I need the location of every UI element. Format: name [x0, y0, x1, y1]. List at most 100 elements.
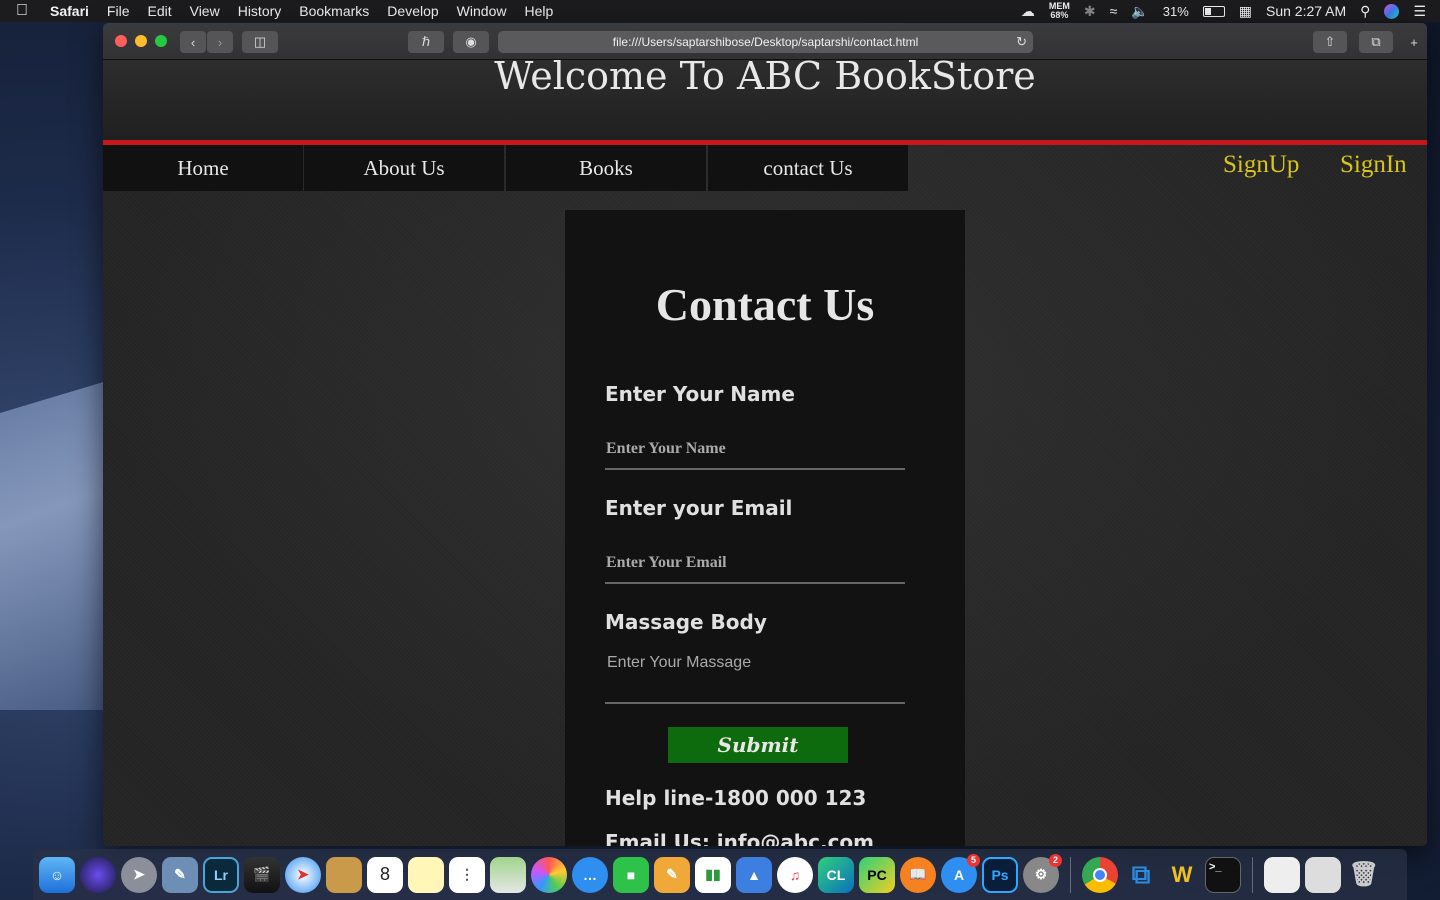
vscode-icon[interactable]: ⧉ [1123, 857, 1159, 893]
message-label: Massage Body [605, 610, 767, 634]
signup-link[interactable]: SignUp [1223, 151, 1299, 179]
minimize-window-button[interactable] [135, 35, 147, 47]
menu-history[interactable]: History [238, 3, 282, 19]
new-tab-button[interactable]: + [1403, 31, 1425, 53]
tabs-icon: ⧉ [1371, 34, 1381, 49]
mem-value: 68% [1050, 10, 1069, 20]
terminal-icon[interactable]: >_ [1205, 856, 1241, 893]
sidebar-toggle-button[interactable]: ◫ [242, 31, 278, 53]
sidebar-icon: ◫ [253, 34, 267, 49]
notes-icon[interactable] [408, 856, 444, 893]
extension-button[interactable]: ℏ [408, 31, 444, 53]
ibooks-icon[interactable]: 📖 [900, 856, 936, 893]
clion-icon[interactable]: CL [818, 856, 854, 893]
numbers-icon[interactable]: ▮▮ [695, 856, 731, 893]
battery-percent[interactable]: 31% [1163, 4, 1189, 19]
trash-icon[interactable]: 🗑 [1346, 857, 1382, 893]
itunes-icon[interactable]: ♫ [777, 856, 813, 893]
notification-center-icon[interactable]: ☰ [1413, 3, 1426, 20]
menu-develop[interactable]: Develop [387, 3, 438, 19]
nav-about-us[interactable]: About Us [304, 145, 504, 191]
menu-help[interactable]: Help [524, 3, 553, 19]
app-store-badge: 5 [967, 853, 980, 867]
siri-menu-icon[interactable] [1384, 3, 1400, 19]
forward-button[interactable]: › [207, 31, 233, 53]
cleaner-icon[interactable]: W [1164, 857, 1200, 893]
menu-view[interactable]: View [190, 3, 220, 19]
submit-button[interactable]: Submit [668, 727, 848, 763]
memory-indicator[interactable]: MEM 68% [1049, 2, 1070, 20]
clock[interactable]: Sun 2:27 AM [1266, 3, 1346, 19]
wifi-icon[interactable]: ≈ [1110, 3, 1118, 19]
reload-icon[interactable]: ↻ [1016, 34, 1027, 50]
sql-file-icon[interactable] [1264, 856, 1300, 893]
maps-icon[interactable] [490, 856, 526, 893]
dock-separator [1070, 856, 1071, 893]
browser-toolbar: ‹ › ◫ ℏ ◉ file:///Users/saptarshibose/De… [103, 23, 1427, 60]
nav-home[interactable]: Home [103, 145, 303, 191]
url-text: file:///Users/saptarshibose/Desktop/sapt… [612, 35, 919, 49]
finder-icon[interactable]: ☺ [39, 856, 75, 893]
share-button[interactable]: ⇧ [1313, 31, 1347, 53]
nav-books[interactable]: Books [506, 145, 706, 191]
reminders-icon[interactable]: ⋮ [449, 856, 485, 893]
email-input[interactable] [605, 544, 905, 584]
siri-icon[interactable] [80, 856, 116, 893]
facetime-icon[interactable]: ■ [613, 856, 649, 893]
dock: ☺ ➤ ✎ Lr 🎬 ➤ 8 ⋮ … ■ ✎ ▮▮ ▲ ♫ CL PC 📖 A5… [33, 849, 1407, 900]
site-header: Welcome To ABC BookStore [103, 60, 1427, 140]
chrome-icon[interactable] [1082, 856, 1118, 893]
lightroom-label: Lr [214, 866, 228, 883]
final-cut-icon[interactable]: 🎬 [244, 856, 280, 893]
creative-cloud-icon[interactable]: ☁ [1021, 3, 1035, 20]
share-icon: ⇧ [1324, 34, 1336, 49]
web-page: Welcome To ABC BookStore Home About Us B… [103, 60, 1427, 846]
keynote-icon[interactable]: ▲ [736, 856, 772, 893]
grammarly-button[interactable]: ◉ [453, 31, 489, 53]
message-textarea[interactable] [605, 646, 905, 704]
pycharm-icon[interactable]: PC [859, 856, 895, 893]
menu-window[interactable]: Window [457, 3, 507, 19]
name-input[interactable] [605, 430, 905, 470]
safari-window: ‹ › ◫ ℏ ◉ file:///Users/saptarshibose/De… [103, 23, 1427, 846]
maximize-window-button[interactable] [155, 35, 167, 47]
spotlight-search-icon[interactable]: ⚲ [1360, 3, 1370, 20]
apple-icon[interactable]:  [16, 2, 28, 20]
signin-link[interactable]: SignIn [1340, 151, 1407, 179]
contact-form: Contact Us Enter Your Name Enter your Em… [565, 210, 965, 846]
screenshot-icon[interactable] [1305, 856, 1341, 893]
menu-bookmarks[interactable]: Bookmarks [299, 3, 369, 19]
bluetooth-icon[interactable]: ✱ [1084, 3, 1096, 20]
notefile-icon[interactable] [326, 856, 362, 893]
name-label: Enter Your Name [605, 382, 795, 406]
battery-icon[interactable] [1202, 5, 1225, 17]
system-preferences-icon[interactable]: ⚙ 2 [1023, 853, 1062, 893]
photos-icon[interactable] [531, 856, 567, 893]
address-bar[interactable]: file:///Users/saptarshibose/Desktop/sapt… [498, 31, 1033, 53]
menu-app-safari[interactable]: Safari [50, 3, 89, 19]
calendar-menu-icon[interactable]: ▦ [1239, 3, 1252, 20]
messages-icon[interactable]: … [572, 856, 608, 893]
photoshop-icon[interactable]: Ps [982, 856, 1018, 893]
app-store-icon[interactable]: A5 [941, 853, 980, 893]
clion-label: CL [826, 866, 846, 883]
site-nav: Home About Us Books contact Us SignUp Si… [103, 145, 1427, 193]
safari-icon[interactable]: ➤ [285, 856, 321, 893]
chevron-left-icon: ‹ [190, 34, 196, 50]
pages-icon[interactable]: ✎ [654, 856, 690, 893]
calendar-day: 8 [379, 864, 390, 884]
back-button[interactable]: ‹ [180, 31, 206, 53]
menu-file[interactable]: File [107, 3, 130, 19]
nav-contact-us[interactable]: contact Us [708, 145, 908, 191]
tabs-overview-button[interactable]: ⧉ [1359, 31, 1393, 53]
preview-icon[interactable]: ✎ [162, 856, 198, 893]
volume-icon[interactable]: 🔈 [1131, 3, 1148, 20]
dock-separator [1252, 856, 1253, 893]
menu-edit[interactable]: Edit [147, 3, 171, 19]
helpline-text: Help line-1800 000 123 [605, 786, 867, 810]
calendar-icon[interactable]: 8 [367, 856, 403, 893]
close-window-button[interactable] [115, 35, 127, 47]
menu-bar:  Safari File Edit View History Bookmark… [0, 0, 1440, 22]
launchpad-icon[interactable]: ➤ [121, 856, 157, 893]
lightroom-icon[interactable]: Lr [203, 856, 239, 893]
